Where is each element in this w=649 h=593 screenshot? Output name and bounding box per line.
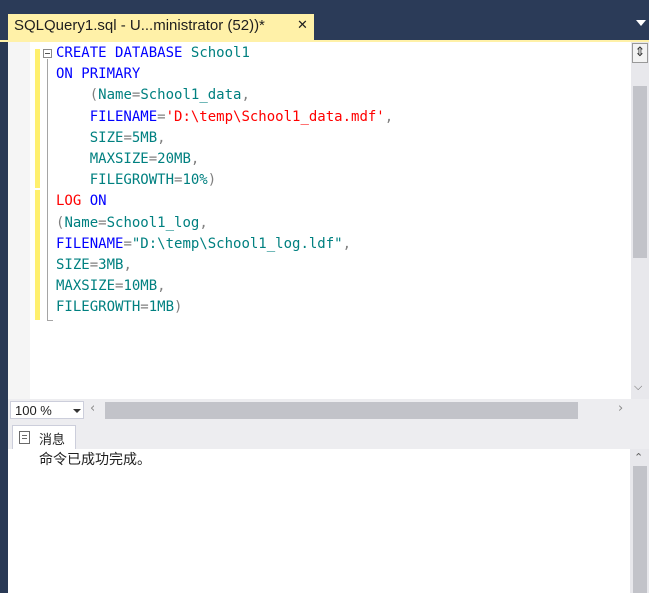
- code-token: ,: [157, 278, 166, 295]
- indicator-margin: [8, 42, 30, 399]
- code-token: "D:\temp\School1_log.ldf": [131, 235, 343, 252]
- result-message: 命令已成功完成。: [39, 452, 151, 468]
- document-tab-strip: SQLQuery1.sql - U...ministrator (52))* ✕: [0, 0, 649, 40]
- code-line[interactable]: SIZE=3MB,: [56, 255, 132, 276]
- code-token: =: [140, 299, 149, 316]
- code-token: =: [157, 108, 166, 125]
- code-token: MAXSIZE: [56, 278, 116, 295]
- scroll-right-icon[interactable]: ›: [618, 402, 623, 415]
- code-token: ON: [89, 193, 107, 210]
- changed-lines-marker: [35, 49, 40, 188]
- split-window-icon[interactable]: ⇕: [632, 43, 648, 63]
- code-token: 20MB: [157, 151, 191, 167]
- scroll-left-icon[interactable]: ‹: [90, 402, 95, 415]
- results-tab-strip: [8, 421, 649, 449]
- code-token: PRIMARY: [81, 66, 141, 83]
- code-token: FILEGROWTH: [56, 299, 141, 316]
- document-tab-title: SQLQuery1.sql - U...ministrator (52))*: [14, 17, 265, 34]
- code-token: Name: [98, 87, 132, 104]
- code-token: ,: [384, 108, 394, 125]
- outline-guide: [47, 59, 48, 321]
- message-document-icon: [19, 431, 30, 444]
- changed-lines-marker: [35, 190, 40, 320]
- code-line[interactable]: FILEGROWTH=1MB): [56, 297, 182, 318]
- code-token: =: [148, 151, 158, 167]
- editor-horizontal-scroll-thumb[interactable]: [105, 402, 578, 419]
- code-token: =: [123, 235, 132, 252]
- tab-messages-label: 消息: [39, 433, 66, 448]
- code-line[interactable]: MAXSIZE=20MB,: [56, 149, 200, 170]
- code-token: ): [174, 299, 183, 316]
- scroll-down-icon[interactable]: ⌵: [634, 381, 642, 392]
- code-token: FILENAME: [56, 235, 124, 252]
- messages-vertical-scroll-thumb[interactable]: [633, 466, 647, 593]
- code-token: 5MB: [131, 129, 158, 146]
- outline-guide-end: [47, 320, 53, 321]
- code-token: ,: [157, 129, 166, 146]
- code-token: 10%: [182, 172, 208, 189]
- code-line[interactable]: (Name=School1_log,: [56, 213, 208, 234]
- code-token: ,: [342, 235, 352, 252]
- code-token: (: [89, 87, 99, 104]
- code-token: ): [207, 172, 217, 189]
- code-token: 3MB: [98, 257, 124, 273]
- code-token: SIZE: [89, 129, 124, 146]
- code-line[interactable]: FILEGROWTH=10%): [56, 170, 216, 191]
- code-token: ,: [190, 151, 200, 167]
- code-token: 10MB: [123, 278, 158, 295]
- code-token: MAXSIZE: [89, 151, 149, 167]
- zoom-value: 100 %: [15, 403, 52, 418]
- chevron-down-icon[interactable]: [636, 20, 646, 26]
- code-line[interactable]: FILENAME='D:\temp\School1_data.mdf',: [56, 107, 393, 128]
- code-token: =: [89, 257, 99, 273]
- code-token: ON: [56, 66, 73, 83]
- code-token: SIZE: [56, 257, 90, 273]
- close-icon[interactable]: ✕: [297, 19, 308, 32]
- code-line[interactable]: MAXSIZE=10MB,: [56, 276, 166, 297]
- tab-messages[interactable]: 消息: [12, 425, 76, 449]
- editor-vertical-scroll-thumb[interactable]: [633, 86, 647, 258]
- code-token: ,: [123, 257, 132, 273]
- code-line[interactable]: SIZE=5MB,: [56, 128, 166, 149]
- scroll-up-icon[interactable]: ⌃: [634, 452, 643, 463]
- query-editor[interactable]: CREATE DATABASE School1 ON PRIMARY (Name=…: [8, 42, 631, 399]
- document-tab[interactable]: SQLQuery1.sql - U...ministrator (52))* ✕: [8, 14, 314, 40]
- code-token: 'D:\temp\School1_data.mdf': [165, 108, 385, 125]
- code-token: =: [98, 214, 107, 231]
- code-token: FILEGROWTH: [89, 172, 175, 189]
- code-token: ,: [241, 87, 250, 104]
- zoom-select[interactable]: 100 %: [10, 401, 84, 419]
- messages-pane[interactable]: [8, 449, 630, 593]
- code-token: School1_data: [140, 87, 242, 104]
- collapse-outline-icon[interactable]: [43, 49, 52, 58]
- code-line[interactable]: ON PRIMARY: [56, 64, 140, 85]
- code-line[interactable]: CREATE DATABASE School1: [56, 43, 250, 64]
- code-token: School1_log: [106, 214, 200, 231]
- code-token: DATABASE: [115, 45, 183, 61]
- code-token: 1MB: [148, 299, 175, 316]
- code-token: ,: [199, 214, 208, 231]
- code-token: CREATE: [56, 45, 107, 61]
- chevron-down-icon[interactable]: [73, 409, 81, 413]
- code-token: LOG: [56, 193, 82, 210]
- code-line[interactable]: (Name=School1_data,: [56, 85, 250, 106]
- code-token: School1: [190, 45, 250, 61]
- code-token: Name: [64, 214, 99, 231]
- code-line[interactable]: LOG ON: [56, 191, 107, 212]
- code-token: FILENAME: [89, 108, 158, 125]
- code-token: =: [123, 129, 132, 146]
- code-line[interactable]: FILENAME="D:\temp\School1_log.ldf",: [56, 234, 351, 255]
